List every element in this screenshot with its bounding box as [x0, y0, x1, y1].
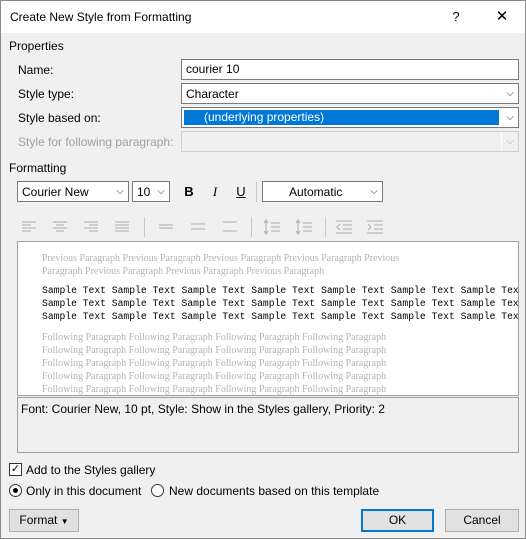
style-preview: Previous Paragraph Previous Paragraph Pr…: [17, 241, 519, 396]
based-on-select[interactable]: (underlying properties) ⌵: [181, 107, 519, 128]
font-name-value: Courier New: [22, 185, 89, 199]
align-center-icon[interactable]: [48, 217, 72, 237]
preview-following-line: Following Paragraph Following Paragraph …: [42, 358, 387, 369]
style-type-label: Style type:: [18, 87, 75, 101]
justify-icon[interactable]: [110, 217, 134, 237]
preview-previous-line: Previous Paragraph Previous Paragraph Pr…: [42, 253, 400, 264]
style-type-value: Character: [186, 87, 239, 101]
toolbar-divider: [251, 217, 252, 237]
space-before-icon[interactable]: [260, 217, 284, 237]
create-style-dialog: Create New Style from Formatting ? ✕ Pro…: [0, 0, 526, 539]
based-on-value: (underlying properties): [183, 109, 500, 126]
decrease-indent-icon[interactable]: [332, 217, 356, 237]
name-label: Name:: [18, 63, 54, 77]
close-button[interactable]: ✕: [479, 1, 525, 33]
preview-following-line: Following Paragraph Following Paragraph …: [42, 345, 387, 356]
cancel-button[interactable]: Cancel: [445, 509, 519, 532]
double-spacing-icon[interactable]: [218, 217, 242, 237]
following-paragraph-label: Style for following paragraph:: [18, 135, 174, 149]
only-this-document-radio[interactable]: [9, 484, 22, 497]
align-right-icon[interactable]: [79, 217, 103, 237]
formatting-section-label: Formatting: [9, 161, 67, 175]
following-paragraph-select[interactable]: ⌵: [181, 131, 519, 152]
add-to-gallery-label[interactable]: Add to the Styles gallery: [26, 463, 155, 477]
chevron-down-icon[interactable]: ⌵: [501, 84, 518, 103]
style-type-select[interactable]: Character ⌵: [181, 83, 519, 104]
based-on-label: Style based on:: [18, 111, 101, 125]
font-color-select[interactable]: Automatic ⌵: [262, 181, 383, 202]
title-bar: Create New Style from Formatting ? ✕: [1, 1, 525, 33]
style-description: Font: Courier New, 10 pt, Style: Show in…: [17, 397, 519, 453]
single-spacing-icon[interactable]: [154, 217, 178, 237]
add-to-gallery-checkbox[interactable]: ✓: [9, 463, 22, 476]
dialog-title: Create New Style from Formatting: [10, 10, 192, 24]
new-documents-label[interactable]: New documents based on this template: [169, 484, 379, 498]
preview-sample-line: Sample Text Sample Text Sample Text Samp…: [42, 311, 519, 322]
chevron-down-icon[interactable]: ⌵: [152, 182, 169, 201]
font-size-select[interactable]: 10 ⌵: [132, 181, 170, 202]
preview-previous-line: Paragraph Previous Paragraph Previous Pa…: [42, 266, 325, 277]
font-size-value: 10: [137, 185, 151, 199]
toolbar-divider: [144, 217, 145, 237]
preview-following-line: Following Paragraph Following Paragraph …: [42, 384, 387, 395]
preview-following-line: Following Paragraph Following Paragraph …: [42, 371, 387, 382]
preview-sample-line: Sample Text Sample Text Sample Text Samp…: [42, 285, 519, 296]
radio-selected-dot: [13, 488, 18, 493]
ok-button[interactable]: OK: [361, 509, 434, 532]
preview-sample-line: Sample Text Sample Text Sample Text Samp…: [42, 298, 519, 309]
help-button[interactable]: ?: [433, 1, 479, 33]
only-this-document-label[interactable]: Only in this document: [26, 484, 141, 498]
properties-section-label: Properties: [9, 39, 64, 53]
increase-indent-icon[interactable]: [363, 217, 387, 237]
underline-button[interactable]: U: [230, 181, 252, 203]
font-color-value: Automatic: [289, 185, 343, 199]
caret-down-icon: ▼: [60, 517, 69, 526]
name-field[interactable]: courier 10: [181, 59, 519, 80]
italic-button[interactable]: I: [204, 181, 226, 203]
format-button-label: Format: [19, 513, 58, 527]
new-documents-radio[interactable]: [151, 484, 164, 497]
chevron-down-icon: ⌵: [501, 132, 518, 151]
toolbar-divider: [256, 182, 257, 202]
preview-following-line: Following Paragraph Following Paragraph …: [42, 332, 387, 343]
format-menu-button[interactable]: Format ▼: [9, 509, 79, 532]
font-name-select[interactable]: Courier New ⌵: [17, 181, 129, 202]
chevron-down-icon[interactable]: ⌵: [501, 108, 518, 127]
space-after-icon[interactable]: [292, 217, 316, 237]
bold-button[interactable]: B: [178, 181, 200, 203]
one-half-spacing-icon[interactable]: [186, 217, 210, 237]
align-left-icon[interactable]: [17, 217, 41, 237]
chevron-down-icon[interactable]: ⌵: [111, 182, 128, 201]
chevron-down-icon[interactable]: ⌵: [365, 182, 382, 201]
toolbar-divider: [325, 217, 326, 237]
